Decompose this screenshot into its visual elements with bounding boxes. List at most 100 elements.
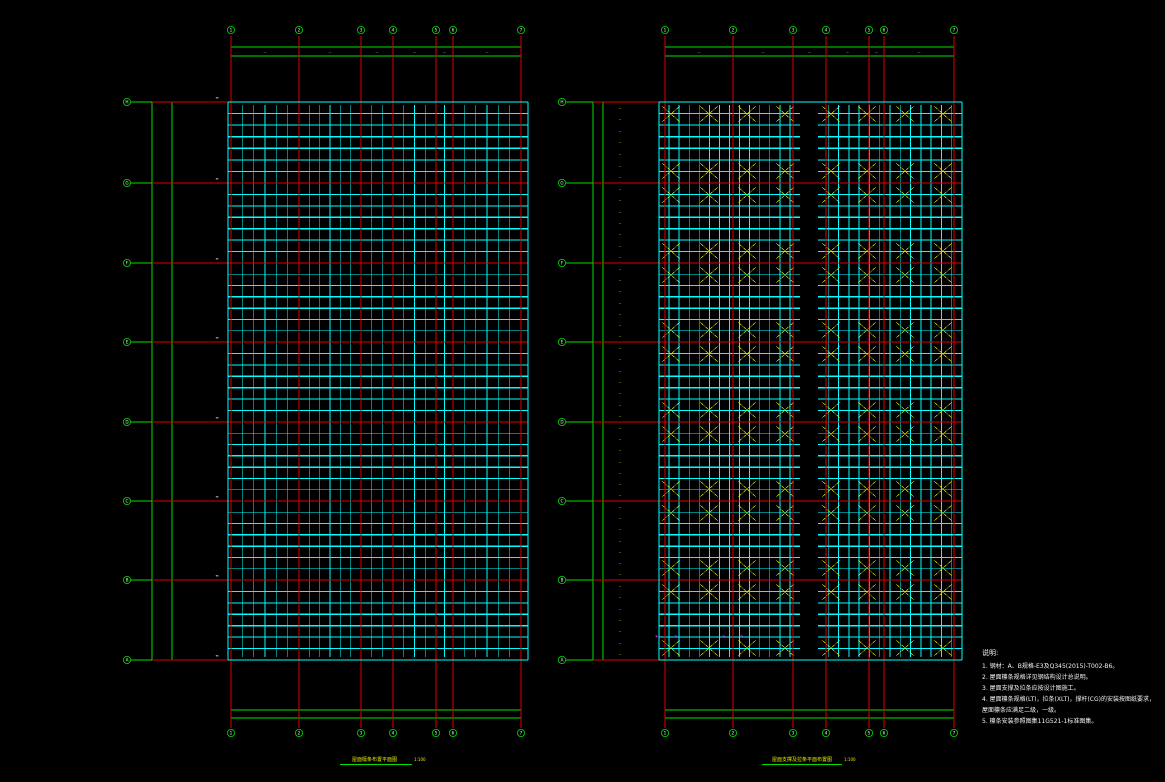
right-plan-title-underline (762, 764, 842, 765)
right-plan-callout: ▸ (675, 634, 678, 640)
left-plan-col-bubble-top-label: 3 (360, 27, 363, 32)
right-plan-marker: - (619, 117, 621, 123)
left-plan-top-dim-text: — (329, 50, 332, 54)
left-plan-top-dim-text: — (413, 50, 416, 54)
left-plan-col-bubble-bottom-label: 3 (360, 730, 363, 735)
right-plan-marker: - (619, 426, 621, 432)
right-plan-marker: - (619, 437, 621, 443)
note-item: 3. 屋面支撑及拉条应按设计图施工。 (982, 685, 1080, 692)
right-plan-marker: - (619, 516, 621, 522)
right-plan-marker: - (619, 267, 621, 273)
right-plan-top-dim-text: — (698, 50, 701, 54)
left-plan-col-bubble-top-label: 5 (435, 27, 438, 32)
right-plan-row-bubble-label: D (560, 419, 563, 424)
right-plan-col-bubble-bottom-label: 4 (825, 730, 828, 735)
right-plan-marker: - (619, 346, 621, 352)
right-plan-marker: - (619, 641, 621, 647)
right-plan-row-bubble-label: A (561, 657, 564, 662)
right-plan-marker: - (619, 459, 621, 465)
right-plan-marker: - (619, 255, 621, 261)
left-plan-purlin-tag: ≡ (215, 256, 218, 261)
right-plan-marker: - (619, 380, 621, 386)
right-plan-col-bubble-bottom-label: 2 (732, 730, 735, 735)
right-plan-col-bubble-bottom-label: 1 (664, 730, 667, 735)
right-plan-marker: - (619, 175, 621, 181)
right-plan-row-bubble-label: E (561, 339, 564, 344)
right-plan-col-bubble-bottom-label: 7 (953, 730, 956, 735)
left-plan-col-bubble-bottom-label: 2 (298, 730, 301, 735)
right-plan-row-bubble-label: B (561, 577, 564, 582)
left-plan-title: 屋面檩条布置平面图 (352, 757, 398, 763)
left-plan-row-bubble-label: F (126, 260, 129, 265)
right-plan-marker: - (619, 357, 621, 363)
right-plan-row-bubble-label: G (560, 180, 563, 185)
right-plan-marker: - (619, 584, 621, 590)
note-item: 屋面檩条应满足二级，一级。 (982, 707, 1061, 714)
left-plan-purlin-tag: ≡ (215, 95, 218, 100)
right-plan-col-bubble-top-label: 5 (868, 27, 871, 32)
right-plan-marker: - (619, 152, 621, 158)
right-plan-col-bubble-top-label: 6 (883, 27, 886, 32)
right-plan-marker: - (619, 187, 621, 193)
note-item: 2. 屋面檩条规格详见钢结构设计总说明。 (982, 674, 1092, 681)
left-plan-top-dim-text: — (443, 50, 446, 54)
left-plan-top-dim-text: — (376, 50, 379, 54)
right-plan-marker: - (619, 244, 621, 250)
left-plan-col-bubble-bottom-label: 4 (392, 730, 395, 735)
note-item: 1. 钢材：A、B规格-E3及Q345(2015)-T002-B6。 (982, 663, 1119, 670)
right-plan-title: 屋面支撑及拉条平面布置图 (772, 757, 833, 763)
left-plan-purlin-tag: ≡ (215, 573, 218, 578)
right-plan-marker: - (619, 550, 621, 556)
left-plan-purlin-tag: ≡ (215, 415, 218, 420)
right-plan-marker: - (619, 572, 621, 578)
left-plan-col-bubble-top-label: 4 (392, 27, 395, 32)
right-plan-marker: - (619, 129, 621, 135)
right-plan-callout: ▸ (741, 634, 744, 640)
right-plan-marker: - (619, 300, 621, 306)
left-plan-row-bubble-label: G (125, 180, 128, 185)
right-plan-col-bubble-bottom-label: 6 (883, 730, 886, 735)
right-plan-marker: - (619, 232, 621, 238)
right-plan-marker: - (619, 471, 621, 477)
right-plan-marker: - (619, 323, 621, 329)
right-plan-marker: - (619, 368, 621, 374)
right-plan-marker: - (619, 289, 621, 295)
right-plan-row-bubble-label: C (561, 498, 564, 503)
right-plan-marker: - (619, 209, 621, 215)
general-notes: 说明: 1. 钢材：A、B规格-E3及Q345(2015)-T002-B6。 2… (982, 648, 1160, 727)
left-plan-col-bubble-top-label: 2 (298, 27, 301, 32)
right-plan-marker: - (619, 618, 621, 624)
right-plan-marker: - (619, 163, 621, 169)
right-plan-marker: - (619, 482, 621, 488)
left-plan-col-bubble-bottom-label: 6 (452, 730, 455, 735)
left-plan-purlin-tag: ≡ (215, 335, 218, 340)
right-plan-col-bubble-top-label: 3 (792, 27, 795, 32)
right-plan-col-bubble-top-label: 7 (953, 27, 956, 32)
right-plan-marker: - (619, 493, 621, 499)
right-plan-marker: - (619, 198, 621, 204)
right-plan-top-dim-text: — (808, 50, 811, 54)
left-plan-col-bubble-top-label: 6 (452, 27, 455, 32)
left-plan-row-bubble-label: E (126, 339, 129, 344)
left-plan-purlin-tag: ≡ (215, 176, 218, 181)
right-plan-marker: - (619, 527, 621, 533)
left-plan-row-bubble-label: D (125, 419, 128, 424)
right-plan-marker: - (619, 312, 621, 318)
left-plan-col-bubble-bottom-label: 1 (230, 730, 233, 735)
note-item: 5. 檩条安装参照图集11G521-1标准图集。 (982, 718, 1098, 725)
right-plan-col-bubble-top-label: 4 (825, 27, 828, 32)
right-plan-marker: - (619, 140, 621, 146)
left-plan-col-bubble-bottom-label: 5 (435, 730, 438, 735)
right-plan-callout: ▸ (656, 634, 659, 640)
left-plan-top-dim-text: — (264, 50, 267, 54)
left-plan-col-bubble-top-label: 7 (520, 27, 523, 32)
right-plan-marker: - (619, 391, 621, 397)
right-plan-marker: - (619, 595, 621, 601)
left-plan-row-bubble-label: C (126, 498, 129, 503)
right-plan-marker: - (619, 278, 621, 284)
left-plan-row-bubble-label: B (126, 577, 129, 582)
right-plan-marker: - (619, 448, 621, 454)
right-plan-callout: ▸ (723, 634, 726, 640)
right-plan-marker: - (619, 221, 621, 227)
left-plan-row-bubble-label: A (126, 657, 129, 662)
